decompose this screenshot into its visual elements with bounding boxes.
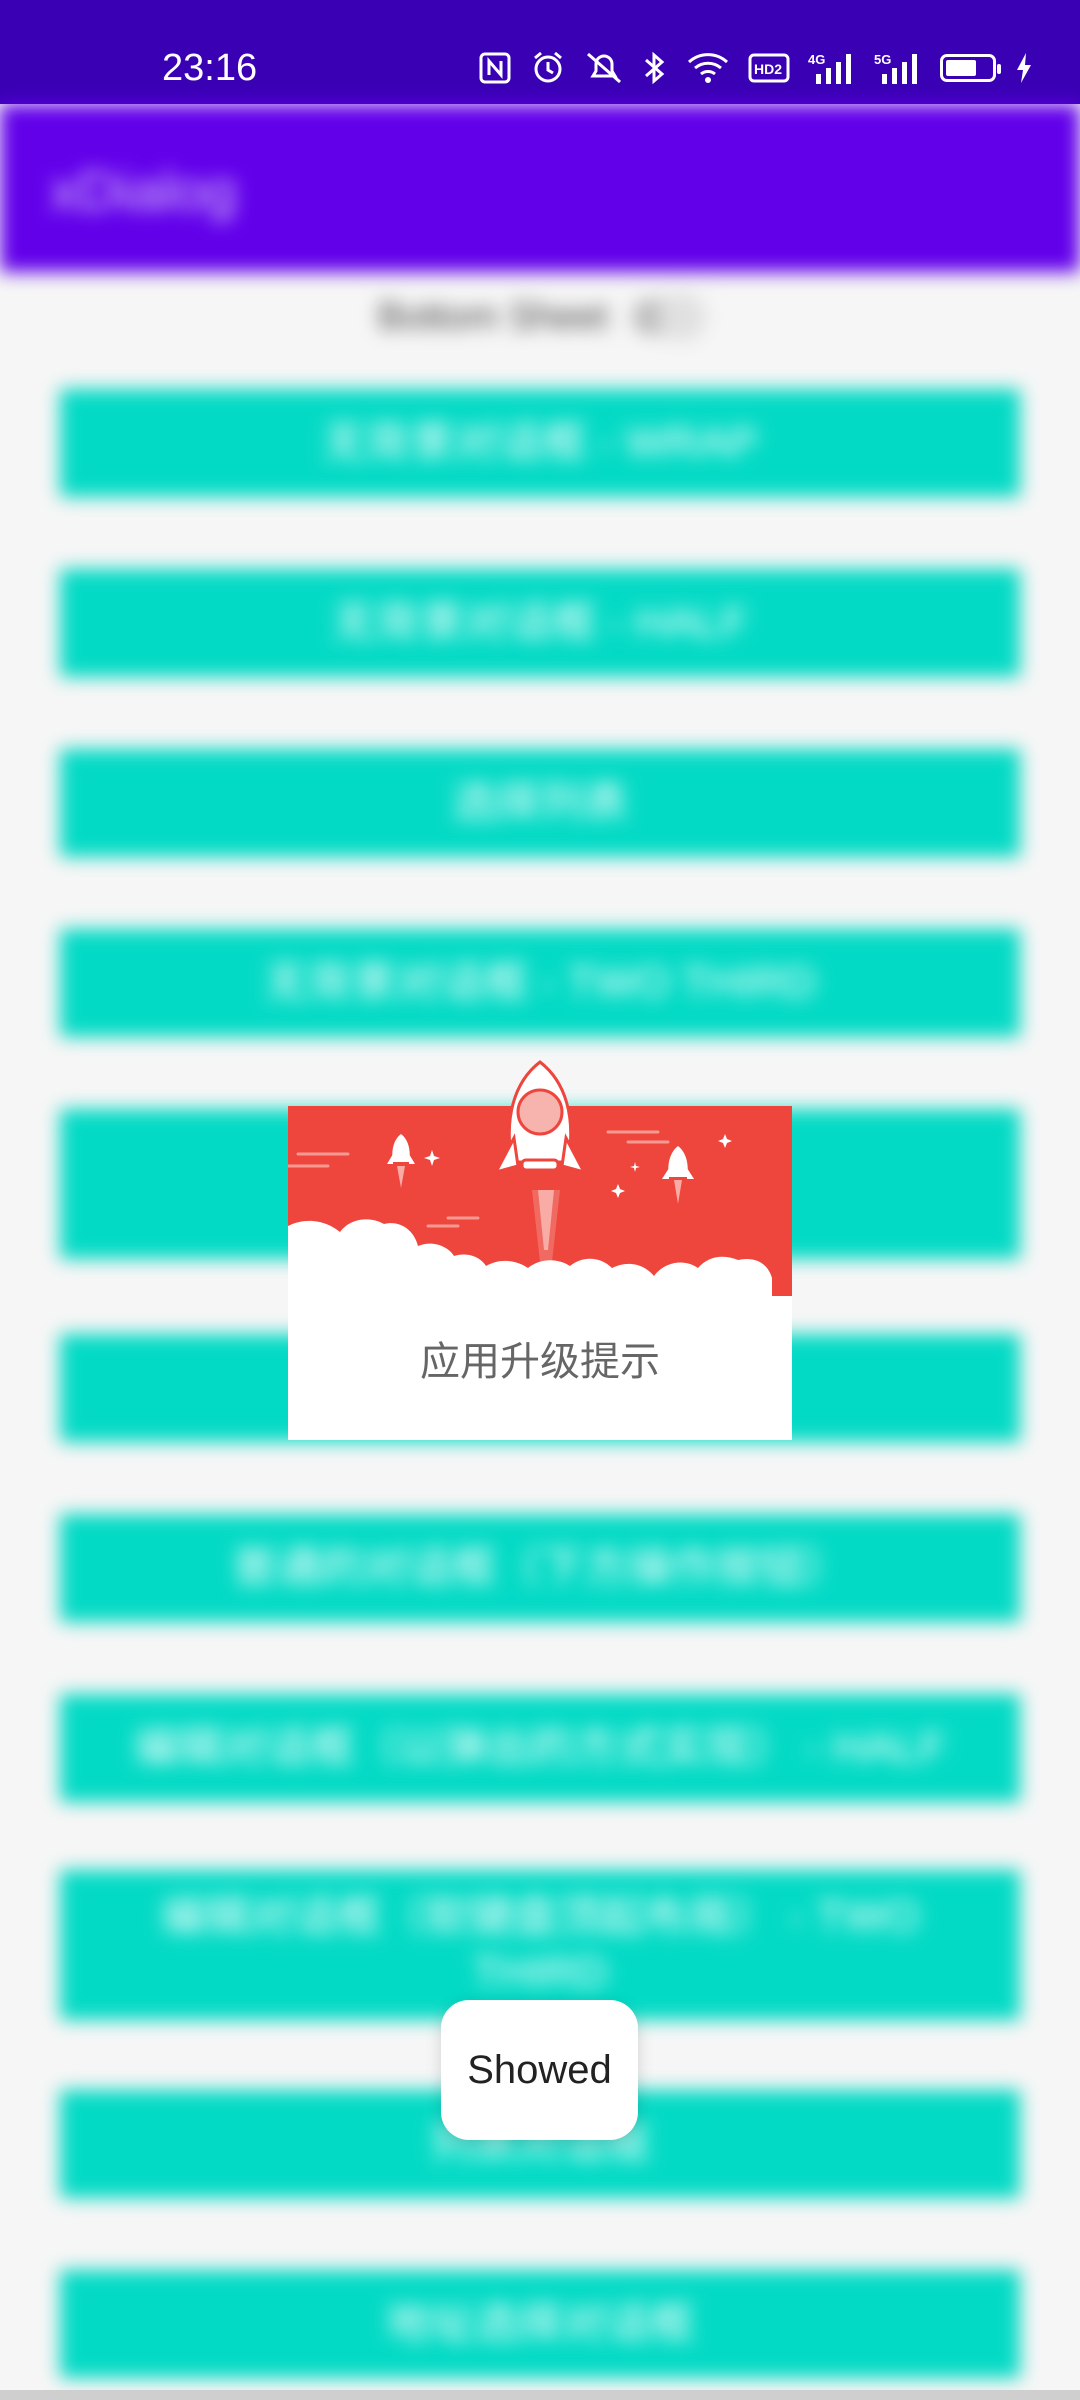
rocket-icon (493, 1060, 587, 1175)
app-toolbar: xDialog (0, 104, 1080, 272)
button-edit-dialog-half[interactable]: 编辑对话框（以弹出的方式实现） - HALF (60, 1694, 1020, 1802)
signal-4g-icon: 4G (808, 50, 856, 86)
hd-label: HD2 (754, 61, 782, 77)
dialog-title: 应用升级提示 (420, 1339, 660, 1385)
signal-5g-icon: 5G (874, 50, 922, 86)
hd-icon: HD2 (748, 53, 790, 83)
button-select-list[interactable]: 选择列表 (60, 749, 1020, 857)
status-icons: HD2 4G 5G (478, 40, 1034, 96)
bottom-sheet-row[interactable]: Bottom Sheet (0, 282, 1080, 352)
alarm-icon (530, 50, 566, 86)
wifi-icon (686, 51, 730, 85)
button-wrap-dialog[interactable]: 无背景对话框 - WRAP (60, 389, 1020, 497)
status-bar: 23:16 HD2 4G 5G (0, 0, 1080, 104)
button-half-dialog[interactable]: 无背景对话框 - HALF (60, 569, 1020, 677)
toast-message: Showed (441, 2000, 638, 2140)
mute-icon (584, 50, 624, 86)
button-edit-dialog-two-third[interactable]: 编辑对话框（软键盘顶起布局） - TWO THIRD (60, 1870, 1020, 2020)
button-address-dialog[interactable]: 地址选择对话框 (60, 2270, 1020, 2378)
bottom-sheet-switch[interactable] (632, 293, 707, 341)
battery-icon (940, 54, 1001, 82)
nfc-icon (478, 51, 512, 85)
charging-icon (1014, 51, 1034, 85)
status-time: 23:16 (162, 47, 258, 89)
bluetooth-icon (642, 50, 668, 86)
bottom-edge (0, 2390, 1080, 2400)
bottom-sheet-label: Bottom Sheet (377, 295, 609, 338)
button-two-third-dialog[interactable]: 无背景对话框 - TWO THIRD (60, 929, 1020, 1037)
button-normal-dialog-3[interactable]: 普通的对话框（下方操作按钮） (60, 1514, 1020, 1622)
network-5g-label: 5G (874, 52, 891, 67)
app-title: xDialog (50, 159, 237, 222)
network-4g-label: 4G (808, 52, 825, 67)
